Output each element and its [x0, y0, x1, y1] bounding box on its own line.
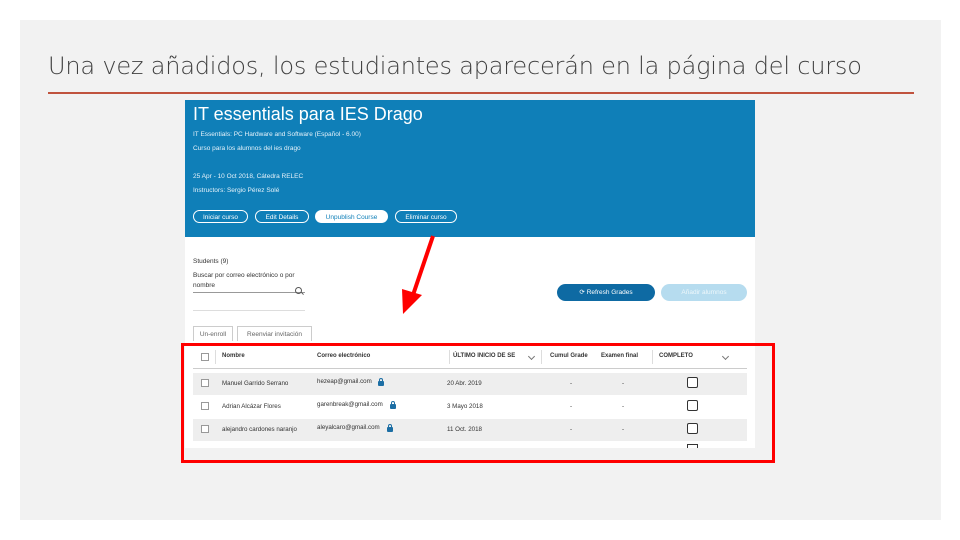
search-icon[interactable]	[295, 287, 302, 294]
course-title: IT essentials para IES Drago	[193, 104, 423, 124]
course-instructors: Instructors: Sergio Pérez Solé	[193, 187, 280, 194]
slide-title: Una vez añadidos, los estudiantes aparec…	[48, 52, 862, 80]
divider	[193, 310, 305, 311]
search-input[interactable]	[193, 292, 305, 293]
course-description: Curso para los alumnos del ies drago	[193, 145, 301, 152]
tab-resend-invitation[interactable]: Reenviar invitación	[237, 326, 312, 341]
add-students-button[interactable]: Añadir alumnos	[661, 284, 747, 301]
delete-course-button[interactable]: Eliminar curso	[395, 210, 457, 223]
course-subtitle: IT Essentials: PC Hardware and Software …	[193, 131, 361, 138]
highlight-box	[181, 343, 775, 463]
refresh-grades-label: Refresh Grades	[586, 289, 633, 296]
course-dates: 25 Apr - 10 Oct 2018, Cátedra RELEC	[193, 173, 304, 180]
search-label: Buscar por correo electrónico o por nomb…	[193, 272, 295, 289]
refresh-grades-button[interactable]: ⟳ Refresh Grades	[557, 284, 655, 301]
tab-unenroll[interactable]: Un-enroll	[193, 326, 233, 341]
start-course-button[interactable]: Iniciar curso	[193, 210, 248, 223]
edit-details-button[interactable]: Edit Details	[255, 210, 309, 223]
students-count-label: Students (9)	[193, 258, 229, 265]
course-banner: IT essentials para IES Drago IT Essentia…	[185, 100, 755, 237]
title-divider	[48, 92, 914, 94]
unpublish-course-button[interactable]: Unpublish Course	[315, 210, 388, 223]
